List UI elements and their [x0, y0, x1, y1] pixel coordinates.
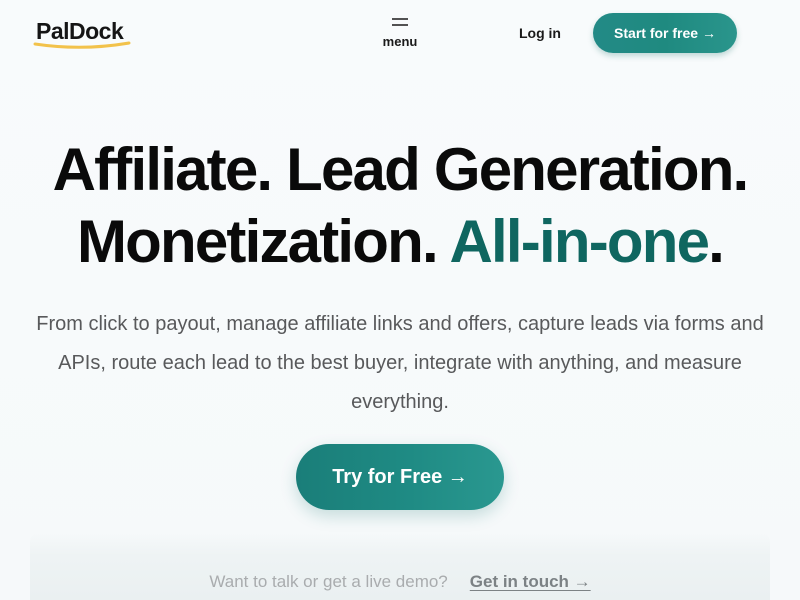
headline-accent: All-in-one [449, 208, 710, 275]
headline-line-1: Affiliate. Lead Generation. [52, 136, 750, 203]
hamburger-icon [392, 18, 408, 26]
menu-label: menu [382, 34, 418, 49]
login-link[interactable]: Log in [505, 23, 575, 43]
hero-headline: Affiliate. Lead Generation. Monetization.… [0, 134, 800, 278]
get-in-touch-link[interactable]: Get in touch → [470, 572, 591, 591]
demo-row: Want to talk or get a live demo? Get in t… [0, 570, 800, 594]
headline-line-2-end: . [708, 208, 725, 275]
menu-button[interactable]: menu [370, 16, 430, 56]
paldock-logo[interactable]: PalDock [33, 16, 136, 49]
headline-line-2-main: Monetization. [76, 208, 439, 275]
logo-text: PalDock [36, 18, 124, 44]
landing-page: PalDock menu Log in Start for free → Aff… [0, 0, 800, 600]
start-for-free-button[interactable]: Start for free → [593, 13, 737, 53]
try-for-free-button[interactable]: Try for Free → [296, 444, 504, 510]
hero-subtitle: From click to payout, manage affiliate l… [36, 313, 764, 413]
demo-prompt: Want to talk or get a live demo? [209, 572, 448, 591]
